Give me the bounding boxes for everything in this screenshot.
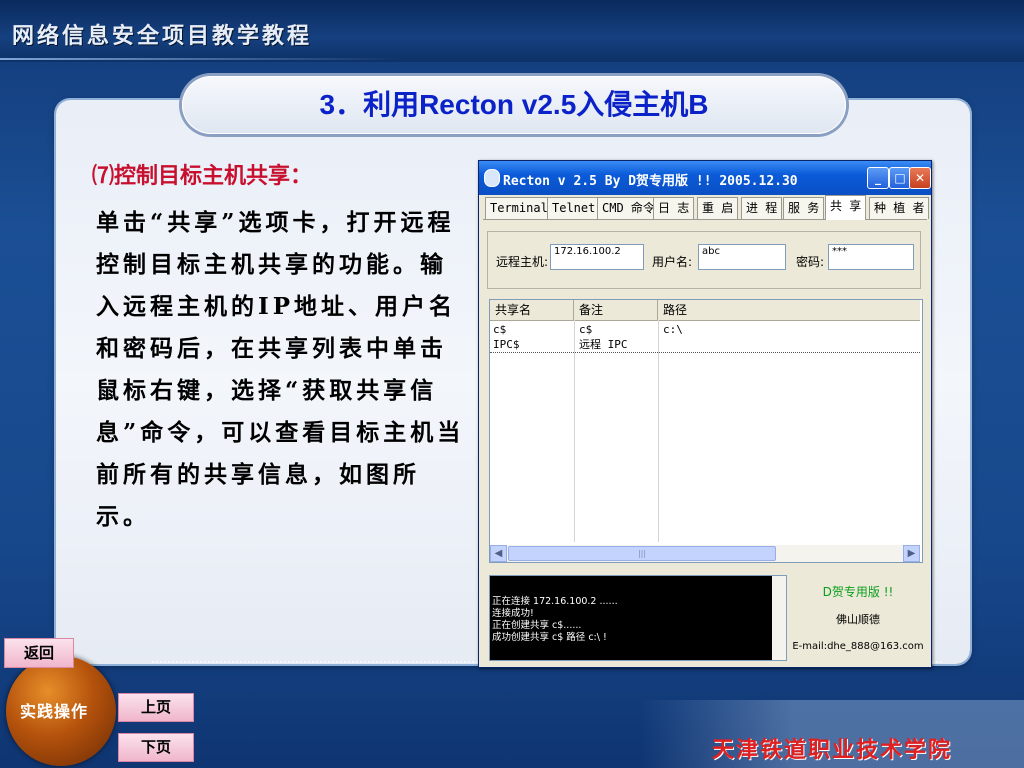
- tab-telnet[interactable]: Telnet: [547, 197, 601, 219]
- cell-remark: c$: [579, 323, 593, 336]
- tab-share[interactable]: 共 享: [825, 195, 867, 220]
- tab-process[interactable]: 进 程: [741, 197, 783, 219]
- column-share-name[interactable]: 共享名: [490, 300, 574, 320]
- step-description: 单击“共享”选项卡，打开远程控制目标主机共享的功能。输入远程主机的IP地址、用户…: [96, 209, 465, 530]
- share-list[interactable]: 共享名 备注 路径 c$ c$ c:\ IPC$ 远程 IPC ◀ ||| ▶: [489, 299, 923, 563]
- user-label: 用户名:: [652, 255, 693, 269]
- school-name: 天津铁道职业技术学院: [712, 737, 953, 763]
- password-input[interactable]: ***: [828, 244, 914, 270]
- user-input[interactable]: abc: [698, 244, 786, 270]
- app-icon: [484, 169, 500, 187]
- cell-share-name: IPC$: [493, 338, 520, 351]
- console-line: 成功创建共享 c$ 路径 c:\ !: [492, 632, 607, 643]
- header-rule: [0, 58, 400, 60]
- table-row[interactable]: c$ c$ c:\: [490, 323, 920, 337]
- tab-service[interactable]: 服 务: [783, 197, 825, 219]
- console-line: 正在创建共享 c$......: [492, 620, 582, 631]
- window-title: Recton v 2.5 By D贺专用版 !! 2005.12.30: [503, 174, 798, 189]
- scroll-right-icon[interactable]: ▶: [903, 545, 920, 562]
- password-label: 密码:: [796, 255, 825, 269]
- cell-share-name: c$: [493, 323, 507, 336]
- tab-restart[interactable]: 重 启: [697, 197, 739, 219]
- edition-label: D贺专用版 !!: [822, 585, 894, 599]
- author-info: D贺专用版 !! 佛山顺德 E-mail:dhe_888@163.com: [791, 575, 925, 661]
- author-location: 佛山顺德: [836, 613, 880, 626]
- cell-remark: 远程 IPC: [579, 338, 628, 351]
- slide-title: 3．利用Recton v2.5入侵主机B: [182, 76, 846, 134]
- window-titlebar[interactable]: Recton v 2.5 By D贺专用版 !! 2005.12.30 _ □ …: [479, 161, 931, 195]
- table-row[interactable]: IPC$ 远程 IPC: [490, 338, 920, 353]
- header-banner: 网络信息安全项目教学教程: [0, 0, 1024, 62]
- console-scrollbar[interactable]: [772, 576, 786, 660]
- share-list-header: 共享名 备注 路径: [490, 300, 920, 321]
- next-page-button[interactable]: 下页: [118, 733, 194, 762]
- console-text: 正在连接 172.16.100.2 ...... 连接成功! 正在创建共享 c$…: [492, 596, 618, 644]
- host-input[interactable]: 172.16.100.2: [550, 244, 644, 270]
- section-label: 实践操作: [20, 702, 89, 721]
- column-path[interactable]: 路径: [658, 300, 920, 320]
- console-line: 正在连接 172.16.100.2 ......: [492, 596, 618, 607]
- maximize-button[interactable]: □: [889, 167, 911, 189]
- author-email: E-mail:dhe_888@163.com: [792, 641, 924, 652]
- column-divider: [574, 320, 575, 542]
- horizontal-scrollbar[interactable]: ◀ ||| ▶: [490, 545, 920, 562]
- scroll-left-icon[interactable]: ◀: [490, 545, 507, 562]
- tab-planter[interactable]: 种 植 者: [869, 197, 930, 219]
- tab-terminal[interactable]: Terminal: [485, 197, 553, 219]
- step-heading: ⑺控制目标主机共享：: [92, 163, 313, 189]
- course-title: 网络信息安全项目教学教程: [12, 23, 313, 49]
- column-divider: [658, 320, 659, 542]
- cell-path: c:\: [663, 323, 683, 336]
- status-console: 正在连接 172.16.100.2 ...... 连接成功! 正在创建共享 c$…: [489, 575, 787, 661]
- minimize-button[interactable]: _: [867, 167, 889, 189]
- tab-log[interactable]: 日 志: [653, 197, 695, 219]
- back-button[interactable]: 返回: [4, 638, 74, 668]
- console-line: 连接成功!: [492, 608, 534, 619]
- tab-cmd[interactable]: CMD 命令: [597, 197, 660, 219]
- scroll-thumb[interactable]: |||: [508, 546, 776, 561]
- column-remark[interactable]: 备注: [574, 300, 658, 320]
- recton-window: Recton v 2.5 By D贺专用版 !! 2005.12.30 _ □ …: [478, 160, 932, 668]
- prev-page-button[interactable]: 上页: [118, 693, 194, 722]
- close-button[interactable]: ✕: [909, 167, 931, 189]
- tab-bar: Terminal Telnet CMD 命令 日 志 重 启 进 程 服 务 共…: [483, 195, 930, 220]
- host-label: 远程主机:: [496, 255, 549, 269]
- connection-form: 远程主机: 172.16.100.2 用户名: abc 密码: ***: [487, 231, 921, 289]
